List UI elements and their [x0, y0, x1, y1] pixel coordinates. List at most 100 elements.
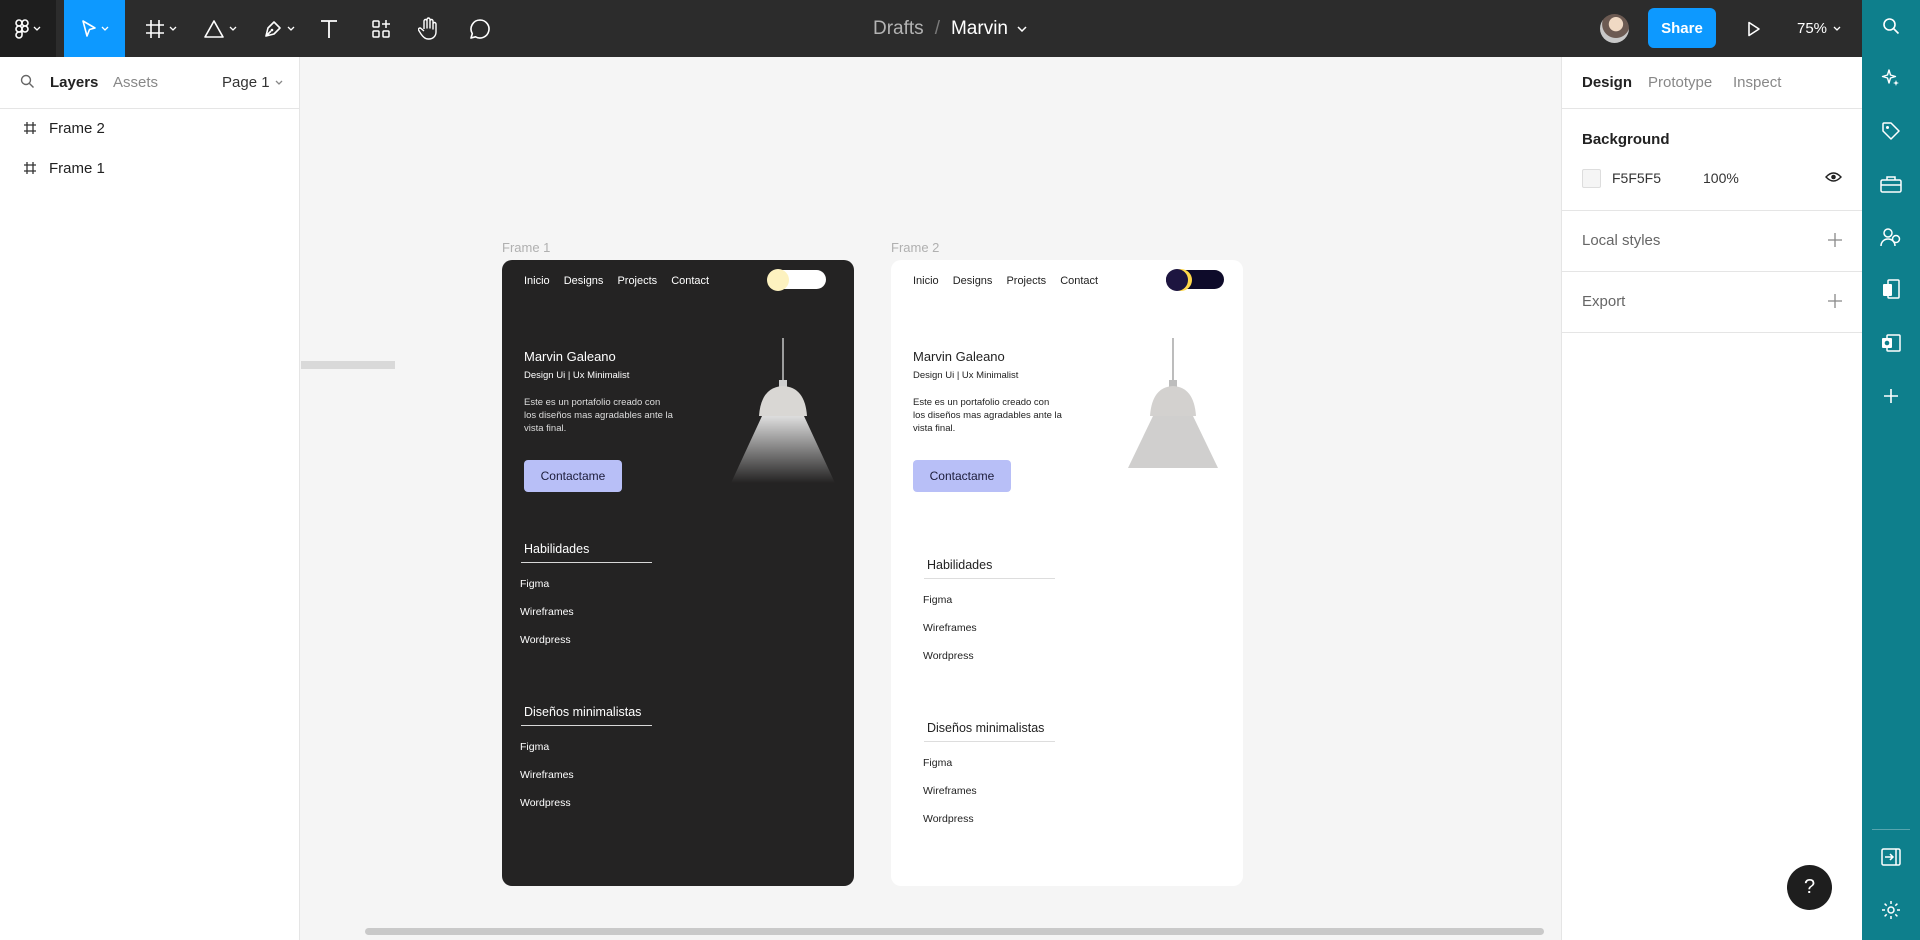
add-style-plus-icon[interactable] — [1828, 233, 1842, 247]
resources-button[interactable] — [366, 0, 396, 57]
pen-icon — [265, 20, 281, 37]
rail-ai-button[interactable] — [1862, 60, 1920, 96]
hand-tool-button[interactable] — [414, 0, 444, 57]
rail-toolbox-button[interactable] — [1862, 166, 1920, 202]
chevron-down-icon[interactable] — [1017, 25, 1027, 32]
toggle-knob — [767, 269, 789, 291]
export-title: Export — [1582, 293, 1626, 310]
text-t-icon — [321, 19, 337, 38]
plus-icon — [1884, 389, 1898, 403]
user-avatar[interactable] — [1600, 14, 1629, 43]
chevron-down-icon — [229, 26, 237, 31]
triangle-icon — [204, 19, 224, 38]
move-tool-button[interactable] — [64, 0, 125, 57]
search-icon[interactable] — [20, 74, 35, 89]
page-selector-label: Page 1 — [222, 74, 270, 91]
minimal-designs-title: Diseños minimalistas — [521, 705, 652, 726]
frame-2-label[interactable]: Frame 2 — [891, 240, 939, 255]
frame-2[interactable]: Inicio Designs Projects Contact Marvin G… — [891, 260, 1243, 886]
comment-bubble-icon — [470, 18, 490, 39]
toolbox-icon — [1880, 176, 1902, 193]
layer-item-frame-2[interactable]: Frame 2 — [0, 110, 299, 146]
rail-add-button[interactable] — [1862, 378, 1920, 414]
text-tool-button[interactable] — [314, 0, 344, 57]
sidebar-exit-icon — [1881, 848, 1901, 866]
frame-tool-button[interactable] — [138, 0, 184, 57]
zoom-level: 75% — [1797, 20, 1828, 37]
left-panel-tabs: Layers Assets Page 1 — [0, 57, 299, 109]
comment-tool-button[interactable] — [465, 0, 495, 57]
main-menu-button[interactable] — [0, 0, 56, 57]
frame-1[interactable]: Inicio Designs Projects Contact Marvin G… — [502, 260, 854, 886]
chevron-down-icon — [169, 26, 177, 31]
design-item: Wordpress — [520, 797, 571, 809]
rail-tag-button[interactable] — [1862, 113, 1920, 149]
rail-settings-button[interactable] — [1862, 892, 1920, 928]
horizontal-scrollbar[interactable] — [365, 928, 1544, 935]
layer-label: Frame 2 — [49, 119, 105, 137]
tab-design[interactable]: Design — [1582, 74, 1632, 91]
rail-team-button[interactable] — [1862, 219, 1920, 255]
layer-item-frame-1[interactable]: Frame 1 — [0, 150, 299, 186]
lamp-illustration — [1128, 338, 1218, 468]
export-section: Export — [1562, 272, 1862, 333]
contact-button: Contactame — [913, 460, 1011, 492]
zoom-control[interactable]: 75% — [1797, 0, 1841, 57]
design-canvas[interactable]: Frame 1 Inicio Designs Projects Contact … — [300, 57, 1561, 940]
nav-item-designs: Designs — [563, 275, 604, 287]
present-button[interactable] — [1739, 0, 1769, 57]
pen-tool-button[interactable] — [257, 0, 301, 57]
design-item: Wireframes — [520, 769, 574, 781]
rail-outlook-button[interactable] — [1862, 325, 1920, 361]
users-icon — [1880, 228, 1901, 247]
nav-item-inicio: Inicio — [913, 275, 939, 287]
help-button[interactable]: ? — [1787, 865, 1832, 910]
play-icon — [1748, 21, 1760, 36]
background-color-swatch[interactable] — [1582, 169, 1601, 188]
rail-divider — [1872, 829, 1910, 830]
hand-icon — [418, 16, 437, 40]
nav-item-projects: Projects — [1006, 275, 1047, 287]
tab-inspect[interactable]: Inspect — [1733, 74, 1781, 91]
add-export-plus-icon[interactable] — [1828, 294, 1842, 308]
tab-assets[interactable]: Assets — [113, 74, 158, 91]
file-breadcrumb: Drafts / Marvin — [873, 0, 1027, 57]
tab-layers[interactable]: Layers — [50, 74, 98, 91]
page-selector[interactable]: Page 1 — [222, 74, 283, 91]
skill-item: Figma — [520, 578, 550, 590]
share-button[interactable]: Share — [1648, 8, 1716, 48]
minimal-designs-title: Diseños minimalistas — [924, 721, 1055, 742]
skills-title: Habilidades — [521, 542, 652, 563]
chevron-down-icon — [287, 26, 295, 31]
rail-sharepoint-button[interactable] — [1862, 272, 1920, 308]
nav-item-contact: Contact — [671, 275, 710, 287]
file-name[interactable]: Marvin — [951, 18, 1008, 40]
chevron-down-icon — [101, 26, 108, 31]
sparkle-icon — [1881, 69, 1899, 86]
breadcrumb-drafts-link[interactable]: Drafts — [873, 18, 924, 40]
design-item: Figma — [520, 741, 550, 753]
cursor-arrow-icon — [81, 19, 96, 37]
frame-nav: Inicio Designs Projects Contact — [913, 275, 1112, 287]
shape-tool-button[interactable] — [196, 0, 244, 57]
background-section: Background — [1562, 109, 1862, 211]
frame-nav: Inicio Designs Projects Contact — [524, 275, 723, 287]
rail-collapse-button[interactable] — [1862, 839, 1920, 875]
rail-search-button[interactable] — [1862, 8, 1920, 44]
background-hex-input[interactable]: F5F5F5 — [1612, 170, 1661, 186]
background-opacity-input[interactable]: 100% — [1703, 170, 1739, 186]
book-icon — [1883, 279, 1900, 299]
frame-hash-icon — [146, 19, 164, 38]
lamp-illustration — [731, 338, 835, 483]
theme-toggle — [767, 269, 826, 291]
gear-icon — [1882, 901, 1900, 919]
hero-name: Marvin Galeano — [524, 349, 616, 364]
frame-1-label[interactable]: Frame 1 — [502, 240, 550, 255]
right-panel-tabs: Design Prototype Inspect — [1562, 57, 1862, 109]
figma-logo-icon — [15, 18, 29, 39]
design-item: Figma — [923, 757, 953, 769]
tab-prototype[interactable]: Prototype — [1648, 74, 1712, 91]
nav-item-inicio: Inicio — [524, 275, 550, 287]
nav-item-projects: Projects — [617, 275, 658, 287]
eye-icon[interactable] — [1825, 171, 1842, 183]
